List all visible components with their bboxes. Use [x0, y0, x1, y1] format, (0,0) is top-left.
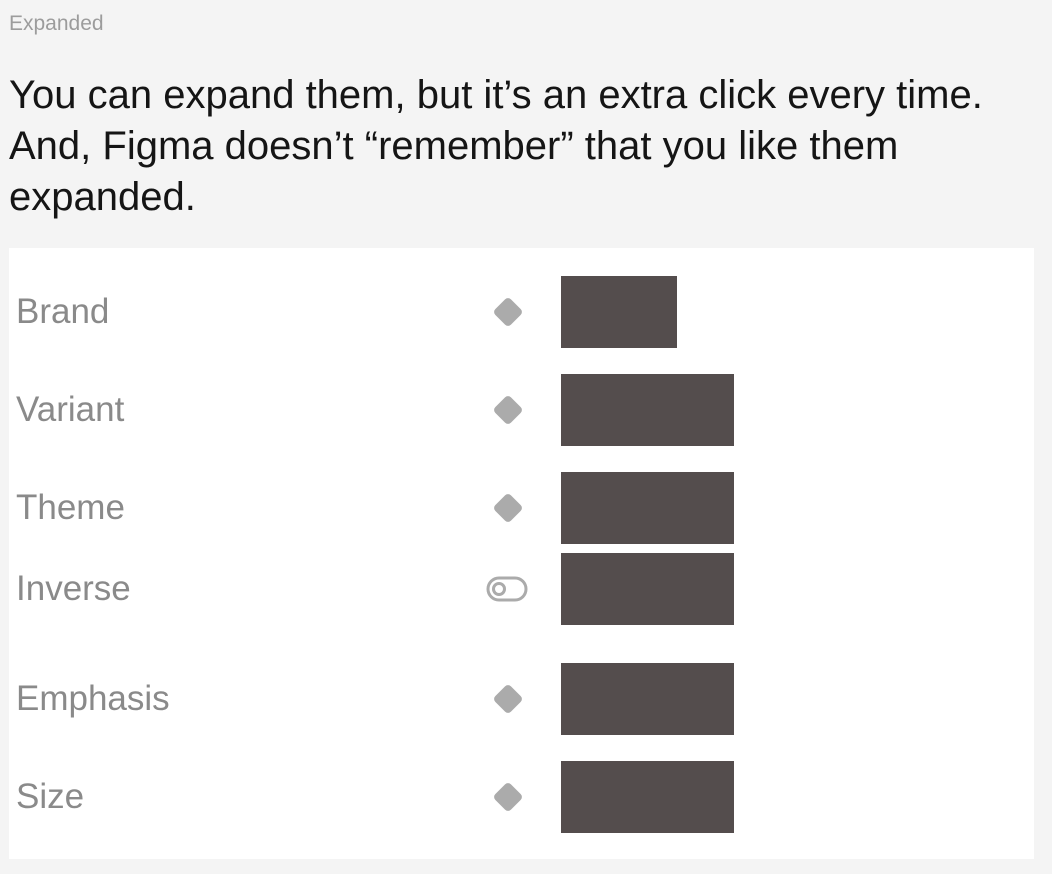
property-value-field[interactable]	[561, 663, 734, 735]
property-label: Size	[16, 777, 85, 816]
diamond-icon	[493, 297, 523, 327]
property-label: Variant	[16, 390, 125, 429]
diamond-icon	[493, 684, 523, 714]
toggle-icon	[486, 576, 528, 602]
property-value-field[interactable]	[561, 472, 734, 544]
property-row-variant: Variant	[9, 374, 1034, 446]
property-value-field[interactable]	[561, 553, 734, 625]
diamond-icon	[493, 395, 523, 425]
property-label: Brand	[16, 292, 110, 331]
property-row-emphasis: Emphasis	[9, 663, 1034, 735]
property-label: Theme	[16, 488, 125, 527]
property-row-theme: Theme	[9, 472, 1034, 544]
property-value-field[interactable]	[561, 276, 677, 348]
property-label: Emphasis	[16, 679, 170, 718]
diamond-icon	[493, 782, 523, 812]
property-value-field[interactable]	[561, 761, 734, 833]
property-row-size: Size	[9, 761, 1034, 833]
diamond-icon	[493, 493, 523, 523]
properties-panel: Brand Variant Theme Inverse Emphasis Siz…	[9, 248, 1034, 859]
property-row-brand: Brand	[9, 276, 1034, 348]
description-text: You can expand them, but it’s an extra c…	[9, 73, 983, 219]
property-value-field[interactable]	[561, 374, 734, 446]
property-label: Inverse	[16, 569, 131, 608]
property-row-inverse: Inverse	[9, 553, 1034, 625]
section-caption: Expanded	[9, 12, 104, 35]
